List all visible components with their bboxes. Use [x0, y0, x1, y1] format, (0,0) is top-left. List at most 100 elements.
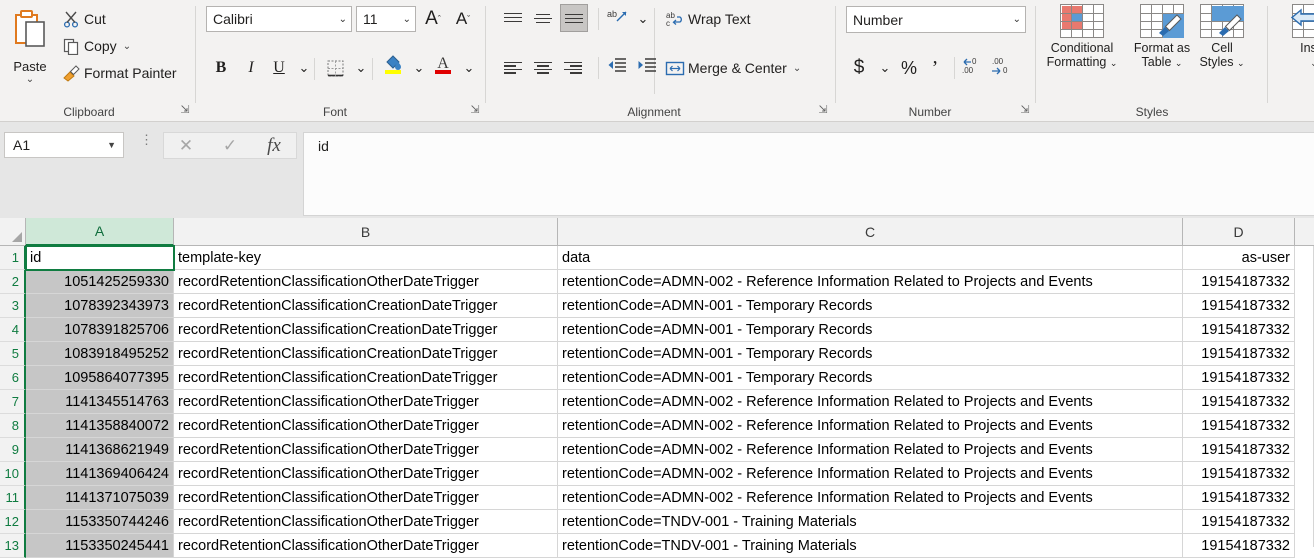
cell-C7[interactable]: retentionCode=ADMN-002 - Reference Infor… [558, 390, 1183, 414]
decrease-indent-button[interactable] [604, 55, 630, 81]
fill-color-caret-icon[interactable]: ⌄ [406, 55, 432, 81]
column-header-d[interactable]: D [1183, 218, 1295, 246]
name-box[interactable]: A1 ▼ [4, 132, 124, 158]
cell-A3[interactable]: 1078392343973 [26, 294, 174, 318]
format-painter-button[interactable]: Format Painter [58, 60, 177, 86]
cell-D4[interactable]: 19154187332 [1183, 318, 1295, 342]
row-header-1[interactable]: 1 [0, 246, 26, 270]
row-header-11[interactable]: 11 [0, 486, 26, 510]
increase-decimal-button[interactable]: 0 .00 [960, 55, 986, 81]
fat-caret-icon[interactable]: ⌄ [1175, 58, 1183, 68]
cell-D12[interactable]: 19154187332 [1183, 510, 1295, 534]
cell-D2[interactable]: 19154187332 [1183, 270, 1295, 294]
cell-D1[interactable]: as-user [1183, 246, 1295, 270]
cell-B4[interactable]: recordRetentionClassificationCreationDat… [174, 318, 558, 342]
cell-D5[interactable]: 19154187332 [1183, 342, 1295, 366]
cell-D6[interactable]: 19154187332 [1183, 366, 1295, 390]
clipboard-dialog-launcher[interactable]: ⇲ [178, 103, 192, 117]
accounting-caret-icon[interactable]: ⌄ [872, 55, 898, 81]
merge-center-caret-icon[interactable]: ⌄ [793, 63, 801, 74]
cell-D7[interactable]: 19154187332 [1183, 390, 1295, 414]
insert-function-button[interactable]: fx [252, 133, 296, 158]
cell-B11[interactable]: recordRetentionClassificationOtherDateTr… [174, 486, 558, 510]
cell-A4[interactable]: 1078391825706 [26, 318, 174, 342]
cell-C10[interactable]: retentionCode=ADMN-002 - Reference Infor… [558, 462, 1183, 486]
bold-button[interactable]: B [208, 55, 234, 81]
percent-format-button[interactable]: % [898, 55, 920, 81]
align-center-button[interactable] [530, 55, 556, 81]
number-format-combo[interactable]: Number ⌄ [846, 6, 1026, 33]
align-left-button[interactable] [500, 55, 526, 81]
cell-C2[interactable]: retentionCode=ADMN-002 - Reference Infor… [558, 270, 1183, 294]
column-header-a[interactable]: A [26, 218, 174, 246]
cell-A8[interactable]: 1141358840072 [26, 414, 174, 438]
cf-caret-icon[interactable]: ⌄ [1110, 58, 1118, 68]
font-dialog-launcher[interactable]: ⇲ [468, 103, 482, 117]
cancel-formula-button[interactable]: ✕ [164, 133, 208, 158]
wrap-text-button[interactable]: ab c Wrap Text [662, 6, 751, 32]
insert-caret-icon[interactable]: ⌄ [1310, 58, 1314, 68]
cell-D9[interactable]: 19154187332 [1183, 438, 1295, 462]
copy-button[interactable]: Copy ⌄ [58, 33, 131, 59]
cell-A12[interactable]: 1153350744246 [26, 510, 174, 534]
cell-B1[interactable]: template-key [174, 246, 558, 270]
column-header-b[interactable]: B [174, 218, 558, 246]
column-header-c[interactable]: C [558, 218, 1183, 246]
font-color-caret-icon[interactable]: ⌄ [456, 55, 482, 81]
alignment-dialog-launcher[interactable]: ⇲ [816, 103, 830, 117]
cell-B2[interactable]: recordRetentionClassificationOtherDateTr… [174, 270, 558, 294]
cell-D13[interactable]: 19154187332 [1183, 534, 1295, 558]
formula-input[interactable]: id [303, 132, 1314, 216]
cell-D8[interactable]: 19154187332 [1183, 414, 1295, 438]
cell-B12[interactable]: recordRetentionClassificationOtherDateTr… [174, 510, 558, 534]
select-all-corner[interactable] [0, 218, 26, 246]
cell-C1[interactable]: data [558, 246, 1183, 270]
enter-formula-button[interactable]: ✓ [208, 133, 252, 158]
cell-C8[interactable]: retentionCode=ADMN-002 - Reference Infor… [558, 414, 1183, 438]
cell-C12[interactable]: retentionCode=TNDV-001 - Training Materi… [558, 510, 1183, 534]
cell-B8[interactable]: recordRetentionClassificationOtherDateTr… [174, 414, 558, 438]
cell-C6[interactable]: retentionCode=ADMN-001 - Temporary Recor… [558, 366, 1183, 390]
row-header-12[interactable]: 12 [0, 510, 26, 534]
cell-D11[interactable]: 19154187332 [1183, 486, 1295, 510]
cell-D10[interactable]: 19154187332 [1183, 462, 1295, 486]
grow-font-button[interactable]: Aˆ [420, 6, 446, 32]
orientation-button[interactable]: ab [604, 6, 630, 32]
comma-format-button[interactable]: ’ [926, 55, 944, 81]
row-header-4[interactable]: 4 [0, 318, 26, 342]
italic-button[interactable]: I [238, 55, 264, 81]
paste-button[interactable]: Paste ⌄ [4, 4, 56, 96]
cell-D3[interactable]: 19154187332 [1183, 294, 1295, 318]
cell-C4[interactable]: retentionCode=ADMN-001 - Temporary Recor… [558, 318, 1183, 342]
cell-A7[interactable]: 1141345514763 [26, 390, 174, 414]
fill-color-button[interactable] [380, 53, 406, 79]
font-color-button[interactable]: A [430, 53, 456, 79]
cell-B9[interactable]: recordRetentionClassificationOtherDateTr… [174, 438, 558, 462]
cs-caret-icon[interactable]: ⌄ [1237, 58, 1245, 68]
cell-A11[interactable]: 1141371075039 [26, 486, 174, 510]
cell-A10[interactable]: 1141369406424 [26, 462, 174, 486]
cell-B10[interactable]: recordRetentionClassificationOtherDateTr… [174, 462, 558, 486]
conditional-formatting-button[interactable]: Conditional Formatting ⌄ [1042, 4, 1122, 96]
cell-C3[interactable]: retentionCode=ADMN-001 - Temporary Recor… [558, 294, 1183, 318]
row-header-13[interactable]: 13 [0, 534, 26, 558]
row-header-2[interactable]: 2 [0, 270, 26, 294]
row-header-6[interactable]: 6 [0, 366, 26, 390]
copy-caret-icon[interactable]: ⌄ [123, 41, 131, 52]
increase-indent-button[interactable] [634, 55, 660, 81]
align-top-button[interactable] [500, 6, 526, 32]
shrink-font-button[interactable]: Aˇ [450, 6, 476, 32]
cell-A6[interactable]: 1095864077395 [26, 366, 174, 390]
cell-C5[interactable]: retentionCode=ADMN-001 - Temporary Recor… [558, 342, 1183, 366]
paste-caret-icon[interactable]: ⌄ [4, 75, 56, 85]
row-header-5[interactable]: 5 [0, 342, 26, 366]
cell-A5[interactable]: 1083918495252 [26, 342, 174, 366]
decrease-decimal-button[interactable]: .00 0 [990, 55, 1016, 81]
number-dialog-launcher[interactable]: ⇲ [1018, 103, 1032, 117]
cell-A1[interactable]: id [25, 245, 175, 271]
underline-button[interactable]: U [266, 55, 292, 81]
accounting-format-button[interactable]: $ [848, 55, 870, 81]
chevron-down-icon[interactable]: ▼ [107, 140, 116, 150]
row-header-8[interactable]: 8 [0, 414, 26, 438]
cell-B6[interactable]: recordRetentionClassificationCreationDat… [174, 366, 558, 390]
